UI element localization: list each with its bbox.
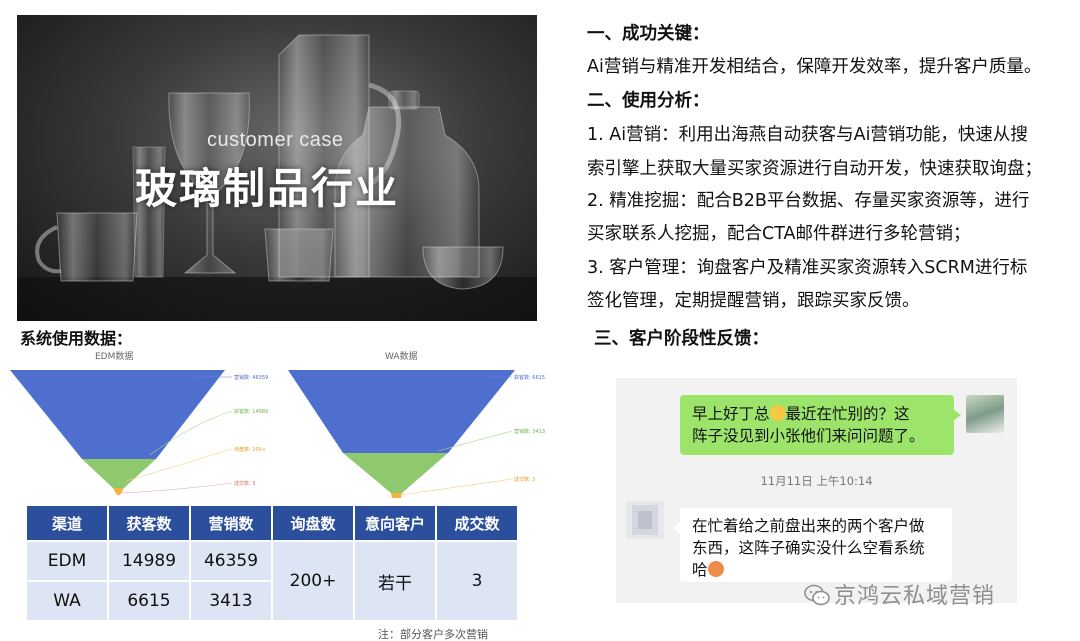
table-cell-acquired: 14989 [107,540,191,582]
heading-customer-feedback: 三、客户阶段性反馈： [594,329,769,349]
stats-title: 系统使用数据： [20,329,133,348]
chat-message-received: 在忙着给之前盘出来的两个客户做 东西，这阵子确实没什么空看系统 哈 [673,508,952,582]
edm-funnel-caption: EDM数据 [95,352,134,362]
chat-msg2-line1: 在忙着给之前盘出来的两个客户做 [692,517,925,535]
analysis-2-line1: 2. 精准挖掘：配合B2B平台数据、存量买家资源等，进行 [587,191,1030,211]
chat-msg2-line2: 东西，这阵子确实没什么空看系统 [692,539,925,557]
table-header-inquiries: 询盘数 [271,504,355,542]
avatar[interactable] [626,501,664,539]
avatar[interactable] [966,395,1004,433]
watermark: 京鸿云私域营销 [804,578,995,610]
analysis-1-line2: 索引擎上获取大量买家资源进行自动开发，快速获取询盘； [587,159,1042,179]
wa-label-2: 营销数: 3413 [514,428,545,435]
edm-funnel-stage-3 [113,488,124,495]
wa-label-3: 成交数: 3 [514,476,535,483]
wa-funnel-stage-2 [343,453,448,493]
analysis-3-line1: 3. 客户管理：询盘客户及精准买家资源转入SCRM进行标 [587,258,1028,278]
table-header-channel: 渠道 [25,504,109,542]
chat-message-sent: 早上好丁总 最近在忙别的？这 阵子没见到小张他们来问问题了。 [680,395,961,455]
blurred-avatar-icon [632,505,658,535]
analysis-1-line1: 1. Ai营销：利用出海燕自动获客与Ai营销功能，快速从搜 [587,125,1028,145]
hero-image: customer case 玻璃制品行业 [17,15,537,321]
edm-label-1: 营销数: 46359 [234,374,268,381]
table-note: 注：部分客户多次营销 [378,628,488,641]
edm-label-4: 成交数: 3 [234,480,255,487]
wechat-icon [804,584,830,606]
table-cell-marketed: 3413 [189,580,273,622]
analysis-2-line2: 买家联系人挖掘，配合CTA邮件群进行多轮营销； [587,224,971,244]
heading-success-key: 一、成功关键： [587,24,710,44]
chat-msg2-line3: 哈 [692,561,708,579]
table-header-intent: 意向客户 [353,504,437,542]
edm-funnel-chart: 营销数: 46359 获客数: 14989 询盘数: 200+ 成交数: 3 [10,370,268,495]
wa-label-1: 获客数: 6615 [514,374,545,381]
table-header-deals: 成交数 [435,504,519,542]
watermark-text: 京鸿云私域营销 [834,584,996,609]
table-cell-channel: EDM [25,540,109,582]
table-cell-inquiries: 200+ [271,540,355,622]
success-key-text: Ai营销与精准开发相结合，保障开发效率，提升客户质量。 [587,57,1042,77]
chat-timestamp: 11月11日 上午10:14 [760,474,873,488]
table-header-marketed: 营销数 [189,504,273,542]
edm-label-3: 询盘数: 200+ [234,446,266,453]
table-cell-marketed: 46359 [189,540,273,582]
edm-leader-4 [119,482,233,494]
table-cell-acquired: 6615 [107,580,191,622]
chat-msg1-text-a: 早上好丁总 [692,405,770,423]
heading-usage-analysis: 二、使用分析： [587,91,710,111]
chat-panel: 早上好丁总 最近在忙别的？这 阵子没见到小张他们来问问题了。 11月11日 上午1… [616,378,1017,603]
hero-title: 玻璃制品行业 [135,164,400,213]
table-header-row: 渠道 获客数 营销数 询盘数 意向客户 成交数 [25,504,519,542]
chat-msg1-text-b: 最近在忙别的？这 [785,405,910,423]
wa-funnel-chart: 获客数: 6615 营销数: 3413 成交数: 3 [288,370,545,498]
table-row: EDM 14989 46359 200+ 若干 3 [25,540,519,622]
table-cell-deals: 3 [435,540,519,622]
edm-funnel-stage-2 [82,459,156,488]
chat-msg1-text-c: 阵子没见到小张他们来问问题了。 [692,427,925,445]
wa-funnel-stage-3 [391,493,402,498]
hero-subtitle: customer case [207,129,344,151]
table-cell-intent: 若干 [353,540,437,622]
edm-funnel-stage-1 [10,370,225,459]
wa-funnel-stage-1 [288,370,515,453]
stats-table: 渠道 获客数 营销数 询盘数 意向客户 成交数 EDM 14989 46359 … [25,504,519,622]
analysis-3-line2: 签化管理，定期提醒营销，跟踪买家反馈。 [587,291,920,311]
wa-leader-3 [399,478,513,496]
table-header-acquired: 获客数 [107,504,191,542]
grin-emoji-icon [769,405,786,421]
embarrassed-emoji-icon [707,561,724,577]
table-cell-channel: WA [25,580,109,622]
wa-funnel-caption: WA数据 [385,352,418,362]
edm-label-2: 获客数: 14989 [234,408,268,415]
